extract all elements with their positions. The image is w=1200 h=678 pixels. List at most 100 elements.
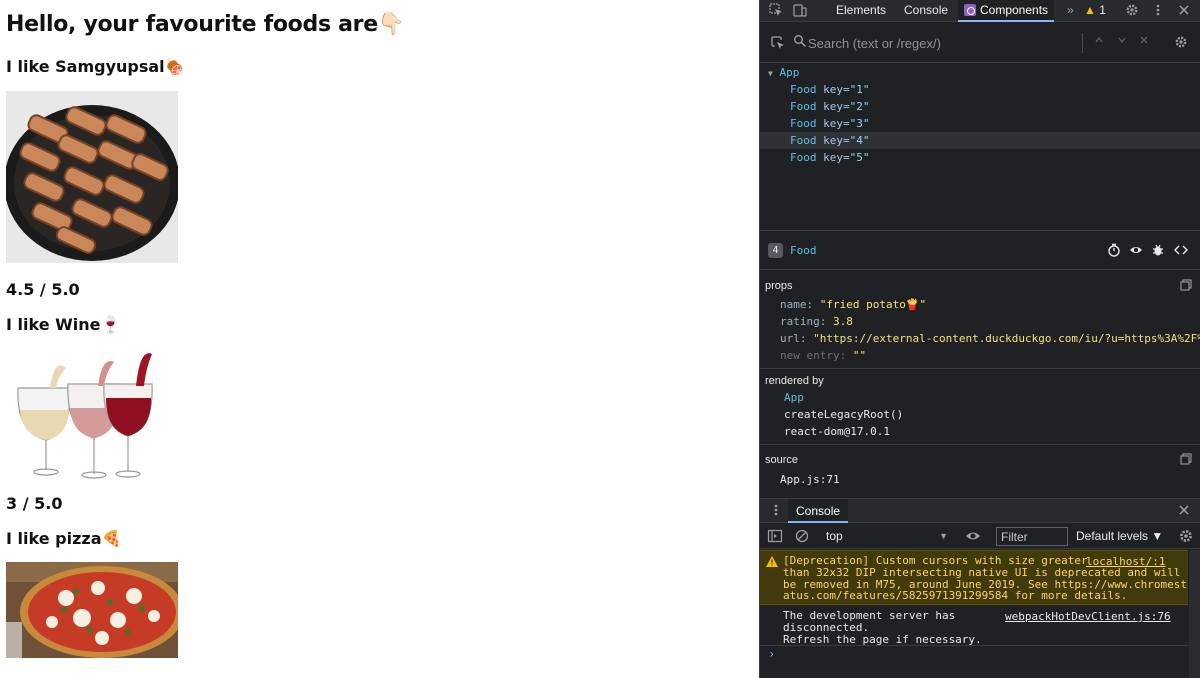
food-rating-wine: 3 / 5.0: [6, 494, 63, 513]
console-settings-icon[interactable]: [1178, 528, 1194, 544]
view-source-icon[interactable]: [1174, 243, 1188, 257]
select-component-icon[interactable]: [770, 35, 786, 51]
tree-key-attr: key: [823, 151, 843, 164]
dropdown-caret-icon: ▼: [939, 531, 948, 541]
drawer-tab-console[interactable]: Console: [788, 499, 849, 523]
page-heading: Hello, your favourite foods are👇🏻: [6, 12, 405, 37]
console-prompt[interactable]: ›: [768, 647, 775, 661]
rendered-by-title: rendered by: [765, 375, 824, 387]
section-divider: [760, 368, 1200, 369]
console-warning-message: [Deprecation] Custom cursors with size g…: [760, 550, 1188, 605]
prop-value[interactable]: "": [853, 349, 866, 362]
warnings-count: 1: [1099, 3, 1106, 17]
rendered-by-item: react-dom@17.0.1: [784, 425, 890, 438]
tree-key-value: "2": [849, 100, 870, 113]
prop-key: url: [780, 332, 800, 345]
food-title-wine: I like Wine🍷: [6, 315, 121, 334]
tree-key-attr: key: [823, 83, 843, 96]
tree-node-food[interactable]: Food key="3": [760, 115, 1200, 132]
app-page: Hello, your favourite foods are👇🏻 I like…: [0, 0, 759, 678]
kebab-menu-icon[interactable]: [1150, 3, 1166, 19]
execution-context-select[interactable]: top ▼: [822, 526, 950, 546]
tree-node-label: Food: [790, 83, 817, 96]
console-scrollbar[interactable]: [1189, 550, 1200, 678]
tab-elements[interactable]: Elements: [830, 0, 892, 22]
tree-node-food[interactable]: Food key="5": [760, 149, 1200, 166]
warnings-counter[interactable]: ▲ 1: [1078, 0, 1112, 22]
tree-key-attr: key: [823, 134, 843, 147]
tree-node-food[interactable]: Food key="1": [760, 81, 1200, 98]
rendered-by-item: createLegacyRoot(): [784, 408, 904, 421]
bug-icon[interactable]: [1151, 243, 1165, 257]
search-divider: [1082, 33, 1083, 53]
eye-icon[interactable]: [1129, 243, 1143, 257]
copy-props-icon[interactable]: [1180, 279, 1192, 291]
tree-key-value: "4": [849, 134, 870, 147]
food-rating-samgyupsal: 4.5 / 5.0: [6, 280, 80, 299]
close-drawer-icon[interactable]: [1176, 503, 1192, 519]
selected-component-name: Food: [790, 244, 817, 257]
console-info-message: The development server has disconnected.…: [760, 606, 1188, 646]
prop-value[interactable]: 3.8: [833, 315, 853, 328]
chevron-down-icon[interactable]: [1115, 35, 1129, 49]
tab-console[interactable]: Console: [898, 0, 954, 22]
food-title-samgyupsal: I like Samgyupsal🍖: [6, 57, 185, 76]
wine-photo: [6, 348, 178, 480]
tree-key-value: "1": [849, 83, 870, 96]
tab-components[interactable]: Components: [958, 0, 1055, 22]
component-search-bar: [760, 23, 1200, 63]
component-tree: ▼ App Food key="1" Food key="2" Food key…: [760, 63, 1200, 228]
rendered-by-item[interactable]: App: [784, 391, 804, 404]
selected-component-header: 4 Food: [760, 230, 1200, 270]
prop-row-name[interactable]: name: "fried potato🍟": [780, 297, 926, 313]
tab-components-label: Components: [980, 3, 1049, 17]
tree-key-value: "5": [849, 151, 870, 164]
console-toolbar: top ▼ Default levels ▼: [760, 523, 1200, 549]
more-tabs-button[interactable]: »: [1061, 0, 1080, 22]
component-id-badge: 4: [768, 243, 783, 258]
device-toolbar-icon[interactable]: [792, 3, 808, 19]
tree-node-food-selected[interactable]: Food key="4": [760, 132, 1200, 149]
info-source-link[interactable]: webpackHotDevClient.js:76: [1005, 610, 1171, 623]
prop-key[interactable]: new entry: [780, 349, 840, 362]
search-icon: [793, 34, 807, 48]
source-location[interactable]: App.js:71: [780, 472, 840, 488]
settings-gear-icon[interactable]: [1124, 3, 1140, 19]
caret-down-icon[interactable]: ▼: [768, 69, 773, 78]
drawer-menu-icon[interactable]: [768, 503, 784, 519]
section-divider: [760, 444, 1200, 445]
copy-source-icon[interactable]: [1180, 453, 1192, 465]
tree-node-food[interactable]: Food key="2": [760, 98, 1200, 115]
console-filter-input[interactable]: [996, 527, 1068, 546]
tree-node-label: Food: [790, 117, 817, 130]
warning-icon: ▲: [1084, 3, 1096, 17]
warning-source-link[interactable]: localhost/:1: [1086, 555, 1165, 568]
samgyupsal-photo: [6, 91, 178, 263]
show-sidebar-icon[interactable]: [767, 528, 783, 544]
tree-node-label: Food: [790, 134, 817, 147]
search-input[interactable]: [808, 34, 1078, 52]
warning-triangle-icon: [766, 556, 778, 567]
execution-context-value: top: [826, 529, 843, 543]
tree-key-value: "3": [849, 117, 870, 130]
console-drawer-tabbar: Console: [760, 499, 1200, 523]
prop-row-rating[interactable]: rating: 3.8: [780, 314, 853, 330]
close-devtools-icon[interactable]: [1176, 3, 1192, 19]
prop-row-url[interactable]: url: "https://external-content.duckduckg…: [780, 331, 1200, 347]
props-section-title: props: [765, 280, 793, 292]
tree-node-label: Food: [790, 100, 817, 113]
prop-value[interactable]: "https://external-content.duckduckgo.com…: [813, 332, 1200, 345]
live-expression-eye-icon[interactable]: [965, 528, 981, 544]
prop-value[interactable]: "fried potato🍟": [820, 298, 926, 311]
food-title-pizza: I like pizza🍕: [6, 529, 122, 548]
tree-node-app[interactable]: ▼ App: [760, 64, 1200, 81]
log-levels-dropdown[interactable]: Default levels ▼: [1076, 526, 1163, 546]
clear-search-icon[interactable]: [1137, 35, 1151, 49]
clear-console-icon[interactable]: [794, 528, 810, 544]
stopwatch-icon[interactable]: [1107, 243, 1121, 257]
prop-row-new-entry[interactable]: new entry: "": [780, 348, 866, 364]
component-settings-icon[interactable]: [1174, 35, 1188, 49]
chevron-up-icon[interactable]: [1092, 35, 1106, 49]
inspect-element-icon[interactable]: [768, 3, 784, 19]
prop-key: name: [780, 298, 807, 311]
